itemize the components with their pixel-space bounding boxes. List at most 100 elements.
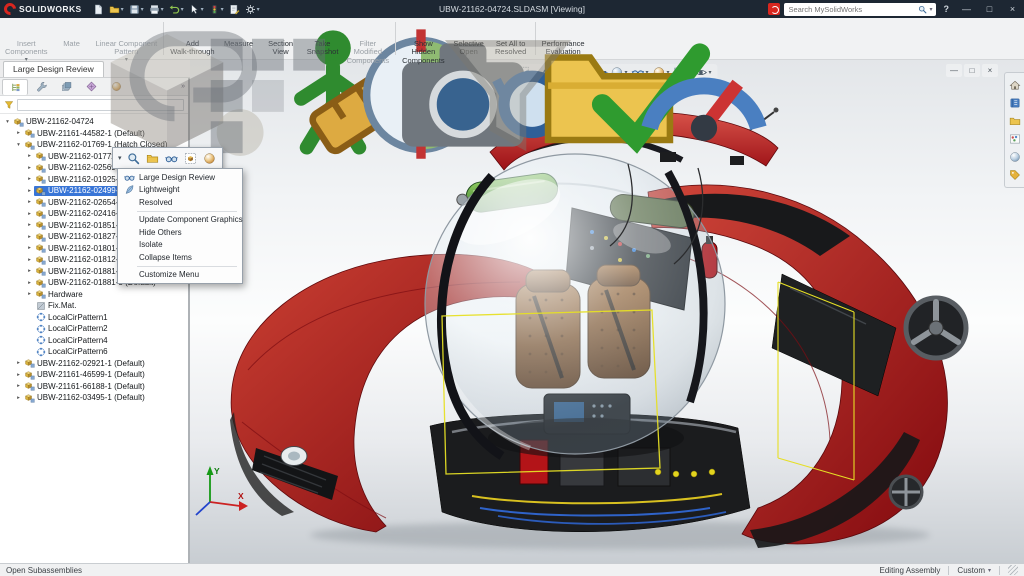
- print-document-button[interactable]: ▾: [147, 2, 166, 17]
- solidworks-resources-button[interactable]: [1007, 78, 1022, 92]
- tree-item[interactable]: LocalCirPattern4: [0, 335, 188, 347]
- rebuild-button[interactable]: ▾: [207, 2, 226, 17]
- custom-properties-button[interactable]: [1007, 168, 1022, 182]
- menu-item-isolate[interactable]: Isolate: [120, 239, 240, 252]
- view-palette-button[interactable]: [1007, 132, 1022, 146]
- expand-arrow-icon[interactable]: ▸: [25, 257, 34, 263]
- expand-arrow-icon[interactable]: ▸: [25, 188, 34, 194]
- menu-item-hide-others[interactable]: Hide Others: [120, 226, 240, 239]
- save-document-button[interactable]: ▾: [127, 2, 146, 17]
- appearances-button[interactable]: [202, 150, 217, 166]
- undo-icon: [169, 4, 180, 15]
- open-subassembly-button[interactable]: [145, 150, 160, 166]
- menu-item-collapse-items[interactable]: Collapse Items: [120, 251, 240, 264]
- menu-item-lightweight[interactable]: Lightweight: [120, 184, 240, 197]
- search-icon[interactable]: [918, 5, 927, 14]
- zoom-to-selection-icon: [127, 152, 140, 165]
- tree-item[interactable]: LocalCirPattern6: [0, 346, 188, 358]
- configuration-caret-icon: ▾: [987, 567, 991, 574]
- expand-arrow-icon[interactable]: ▸: [14, 360, 23, 366]
- menu-item-icon-slot: [123, 227, 136, 238]
- menu-separator: [137, 210, 237, 212]
- configuration-selector[interactable]: Custom ▾: [957, 566, 991, 575]
- command-manager-ribbon: Insert Components ▾ Mate Linear Component Pat…: [0, 18, 1024, 60]
- context-toolbar: ▾: [112, 147, 223, 169]
- expand-arrow-icon[interactable]: ▸: [14, 372, 23, 378]
- search-box: ▾: [783, 2, 936, 16]
- expand-arrow-icon[interactable]: ▸: [25, 222, 34, 228]
- hide-components-button[interactable]: [164, 150, 179, 166]
- tree-item[interactable]: LocalCirPattern1: [0, 312, 188, 324]
- asm-icon: [36, 289, 46, 299]
- options-icon: [245, 4, 256, 15]
- appearances-scenes-button[interactable]: [1007, 150, 1022, 164]
- expand-arrow-icon[interactable]: ▸: [25, 199, 34, 205]
- new-document-button[interactable]: [91, 2, 106, 17]
- file-explorer-button[interactable]: [1007, 114, 1022, 128]
- tree-item[interactable]: ▸ UBW-21161-46599-1 (Default): [0, 369, 188, 381]
- expand-arrow-icon[interactable]: ▸: [25, 211, 34, 217]
- menu-item-large-design-review[interactable]: Large Design Review: [120, 171, 240, 184]
- expand-arrow-icon[interactable]: ▸: [14, 383, 23, 389]
- pat-icon: [36, 312, 46, 322]
- tree-item-content: UBW-21161-66188-1 (Default): [23, 381, 147, 391]
- tree-item[interactable]: LocalCirPattern2: [0, 323, 188, 335]
- asm-icon: [36, 232, 46, 242]
- doc-minimize-button[interactable]: —: [946, 64, 962, 77]
- isolate-button[interactable]: [183, 150, 198, 166]
- expand-arrow-icon[interactable]: ▸: [14, 395, 23, 401]
- tree-item-content: UBW-21162-03495-1 (Default): [23, 393, 147, 403]
- file-properties-button[interactable]: [227, 2, 242, 17]
- mat-icon: [36, 301, 46, 311]
- expand-arrow-icon[interactable]: ▾: [3, 119, 12, 125]
- menu-item-icon-slot: [123, 252, 136, 263]
- menu-item-update-component-graphics[interactable]: Update Component Graphics: [120, 214, 243, 227]
- open-document-button[interactable]: ▾: [107, 2, 126, 17]
- tree-item[interactable]: ▸ UBW-21162-03495-1 (Default): [0, 392, 188, 404]
- minimize-button[interactable]: —: [957, 0, 976, 18]
- menu-item-resolved[interactable]: Resolved: [120, 196, 240, 209]
- dropdown-caret-icon: ▾: [220, 6, 224, 13]
- dropdown-caret-icon: ▾: [256, 6, 260, 13]
- tree-item[interactable]: Fix.Mat.: [0, 300, 188, 312]
- resize-grip[interactable]: [1008, 565, 1018, 575]
- select-button[interactable]: ▾: [187, 2, 206, 17]
- menu-item-customize-menu[interactable]: Customize Menu: [120, 269, 240, 282]
- doc-restore-button[interactable]: □: [964, 64, 980, 77]
- tree-item[interactable]: ▸ UBW-21161-66188-1 (Default): [0, 381, 188, 393]
- menu-item-label: Collapse Items: [139, 252, 192, 262]
- search-caret-icon[interactable]: ▾: [929, 6, 932, 13]
- tree-item-content: LocalCirPattern1: [34, 312, 110, 322]
- tree-item[interactable]: ▸ UBW-21162-02921-1 (Default): [0, 358, 188, 370]
- menu-item-label: Lightweight: [139, 185, 180, 195]
- tree-item-label: Hardware: [48, 289, 83, 299]
- zoom-to-selection-button[interactable]: [126, 150, 141, 166]
- expand-arrow-icon[interactable]: ▸: [25, 245, 34, 251]
- titlebar-right: ▾ ? — □ ×: [767, 0, 1024, 18]
- help-button[interactable]: ?: [940, 4, 954, 14]
- menu-item-label: Customize Menu: [139, 270, 200, 280]
- expand-arrow-icon[interactable]: ▸: [25, 176, 34, 182]
- solidworks-badge-icon[interactable]: [767, 3, 780, 15]
- asm-icon: [36, 243, 46, 253]
- maximize-button[interactable]: □: [980, 0, 999, 18]
- asm-icon: [25, 393, 35, 403]
- design-library-button[interactable]: [1007, 96, 1022, 110]
- expand-arrow-icon[interactable]: ▸: [25, 234, 34, 240]
- design-library-icon: [1009, 97, 1021, 109]
- menu-item-label: Update Component Graphics: [139, 215, 243, 225]
- context-options-caret-button[interactable]: ▾: [118, 150, 122, 166]
- asm-icon: [25, 370, 35, 380]
- options-button[interactable]: ▾: [243, 2, 262, 17]
- tree-item-label: UBW-21162-03495-1 (Default): [37, 393, 145, 403]
- undo-button[interactable]: ▾: [167, 2, 186, 17]
- expand-arrow-icon[interactable]: ▸: [25, 280, 34, 286]
- tree-item[interactable]: ▸ Hardware: [0, 289, 188, 301]
- close-button[interactable]: ×: [1003, 0, 1022, 18]
- feather-icon: [124, 184, 135, 195]
- expand-arrow-icon[interactable]: ▸: [25, 291, 34, 297]
- quick-access-toolbar: ▾ ▾ ▾ ▾ ▾ ▾ ▾: [91, 2, 262, 17]
- expand-arrow-icon[interactable]: ▸: [25, 268, 34, 274]
- search-input[interactable]: [786, 2, 917, 16]
- doc-close-button[interactable]: ×: [982, 64, 998, 77]
